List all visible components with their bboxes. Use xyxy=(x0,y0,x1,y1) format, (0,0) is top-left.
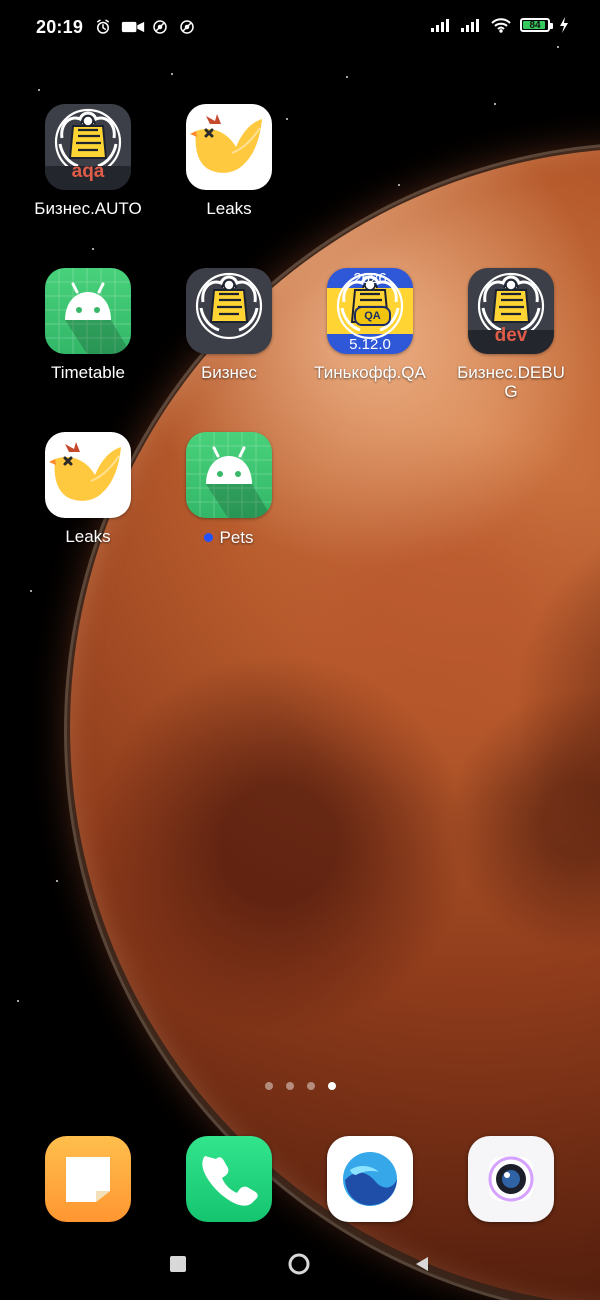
qa-version: 5.12.0 xyxy=(349,336,391,353)
dock-notes-app[interactable] xyxy=(45,1136,131,1222)
qa-pill: QA xyxy=(354,306,391,326)
app-business-debug[interactable]: dev Бизнес.DEBU G xyxy=(441,268,581,422)
navigation-bar xyxy=(0,1240,600,1288)
icon-badge-dev: dev xyxy=(494,325,528,346)
camera-icon xyxy=(488,1156,534,1202)
android-robot-icon xyxy=(45,268,131,354)
system-status-icons: 84 xyxy=(430,16,570,34)
star xyxy=(56,880,58,882)
android-icon xyxy=(186,432,272,518)
star xyxy=(346,76,348,78)
dock-browser-app[interactable] xyxy=(327,1136,413,1222)
app-leaks-second[interactable]: Leaks xyxy=(18,432,158,586)
alarm-icon xyxy=(97,19,109,34)
do-not-disturb-icon xyxy=(180,20,194,34)
star xyxy=(494,103,496,105)
do-not-disturb-icon xyxy=(153,20,167,34)
qa-build-number: 2626 xyxy=(353,270,387,287)
battery-icon: 84 xyxy=(520,18,553,32)
signal-icon xyxy=(431,19,449,32)
page-dot[interactable] xyxy=(285,1082,294,1090)
page-indicator xyxy=(0,1082,600,1090)
app-label: Leaks xyxy=(206,199,252,218)
tinkoff-qa-icon: 2626 QA 5.12.0 xyxy=(327,268,413,354)
browser-icon xyxy=(343,1152,397,1206)
tinkoff-business-icon: dev xyxy=(468,268,554,354)
app-label: Pets xyxy=(219,528,254,547)
star xyxy=(38,89,40,91)
page-dot[interactable] xyxy=(306,1082,315,1090)
recent-apps-icon[interactable] xyxy=(166,1252,190,1276)
charging-icon xyxy=(560,17,568,33)
app-business[interactable]: Бизнес xyxy=(159,268,299,422)
app-label: Бизнес.AUTO xyxy=(34,199,142,218)
app-label: Timetable xyxy=(50,363,125,382)
bird-icon xyxy=(45,432,131,518)
app-pets[interactable]: Pets xyxy=(159,432,299,586)
app-label-row: Pets xyxy=(159,527,299,547)
app-business-auto[interactable]: aqa Бизнес.AUTO xyxy=(18,104,158,258)
page-dot-active[interactable] xyxy=(327,1082,336,1090)
status-bar: 20:19 84 xyxy=(0,0,600,56)
status-time: 20:19 xyxy=(36,17,84,37)
app-label: Leaks xyxy=(65,527,111,546)
app-label-line-2: G xyxy=(504,382,518,401)
tinkoff-business-icon xyxy=(186,268,272,354)
star xyxy=(30,590,32,592)
video-icon xyxy=(121,21,145,33)
wifi-icon xyxy=(491,18,511,33)
battery-level: 84 xyxy=(529,19,541,31)
android-robot-icon xyxy=(186,432,272,518)
notes-icon xyxy=(66,1157,110,1202)
star xyxy=(398,184,400,186)
phone-icon xyxy=(202,1156,258,1206)
app-timetable[interactable]: Timetable xyxy=(18,268,158,422)
star xyxy=(17,1000,19,1002)
leaks-bird-icon xyxy=(186,104,272,190)
android-icon xyxy=(45,268,131,354)
app-leaks[interactable]: Leaks xyxy=(159,104,299,258)
app-label: Тинькофф.QA xyxy=(314,363,426,382)
app-label: Бизнес xyxy=(201,363,257,382)
tinkoff-business-icon: aqa xyxy=(45,104,131,190)
app-tinkoff-qa[interactable]: 2626 QA 5.12.0 Тинькофф.QA xyxy=(300,268,440,422)
notification-dot xyxy=(204,533,214,542)
dock-phone-app[interactable] xyxy=(186,1136,272,1222)
tinkoff-crest-icon xyxy=(186,268,272,354)
page-dot[interactable] xyxy=(264,1082,273,1090)
signal-icon xyxy=(461,19,479,32)
bird-icon xyxy=(186,104,272,190)
icon-badge-aqa: aqa xyxy=(71,161,105,182)
app-label-with-indicator: Pets xyxy=(204,528,254,547)
home-icon[interactable] xyxy=(287,1252,311,1276)
dock-camera-app[interactable] xyxy=(468,1136,554,1222)
app-label-line-1: Бизнес.DEBU xyxy=(457,363,565,382)
star xyxy=(171,73,173,75)
leaks-bird-icon xyxy=(45,432,131,518)
app-label: Бизнес.DEBU G xyxy=(441,363,581,401)
back-icon[interactable] xyxy=(410,1252,434,1276)
